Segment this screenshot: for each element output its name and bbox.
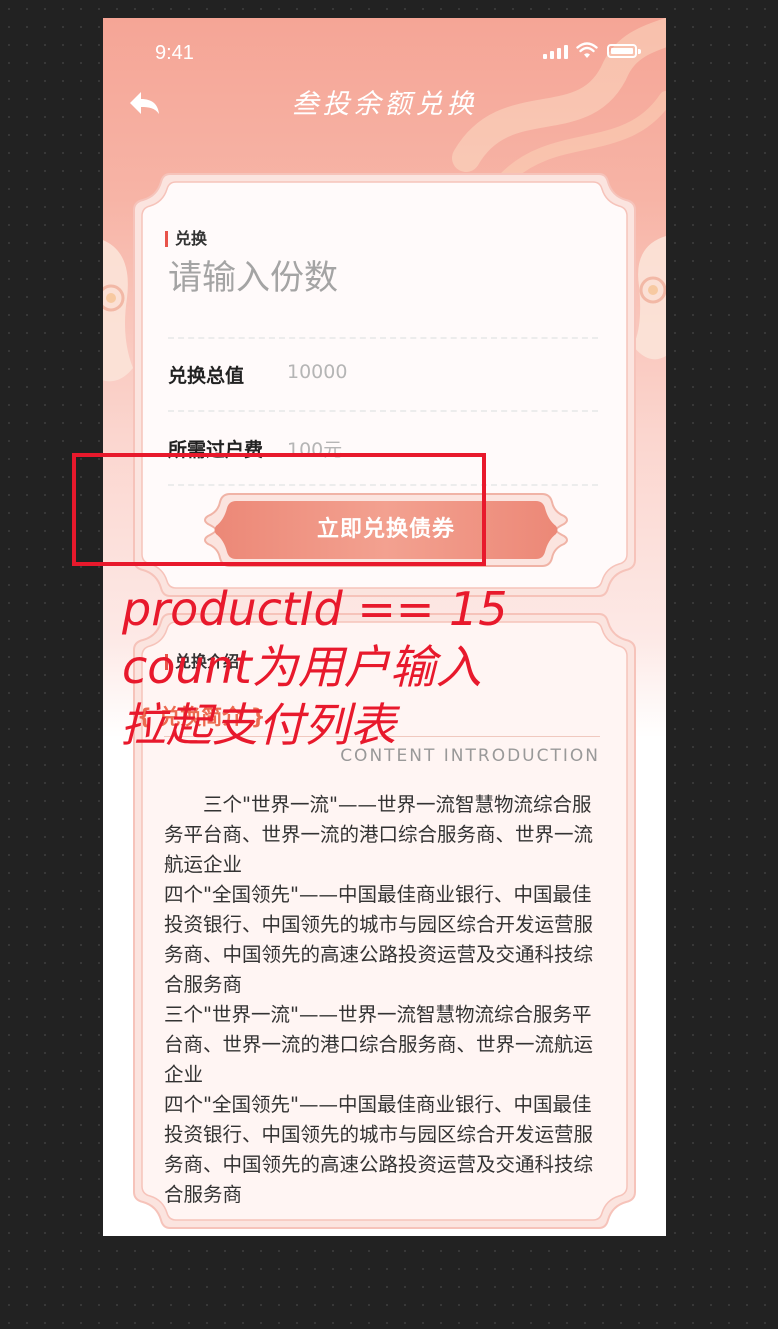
annotation-line: 拉起支付列表 [120,698,396,752]
intro-paragraph: 四个"全国领先"——中国最佳商业银行、中国最佳投资银行、中国领先的城市与园区综合… [164,1093,594,1206]
status-time: 9:41 [155,42,194,64]
annotation-highlight-box [72,453,486,566]
intro-paragraph: 三个"世界一流"——世界一流智慧物流综合服务平台商、世界一流的港口综合服务商、世… [164,793,594,876]
total-value-label: 兑换总值 [168,365,245,387]
cloud-decoration-left-icon [103,240,133,382]
signal-icon [543,45,568,59]
intro-paragraph: 四个"全国领先"——中国最佳商业银行、中国最佳投资银行、中国领先的城市与园区综合… [164,883,594,996]
intro-body-text: 三个"世界一流"——世界一流智慧物流综合服务平台商、世界一流的港口综合服务商、世… [164,790,606,1210]
wifi-icon [576,42,598,58]
annotation-line: count为用户输入 [122,640,482,694]
divider [168,410,598,412]
intro-paragraph: 三个"世界一流"——世界一流智慧物流综合服务平台商、世界一流的港口综合服务商、世… [164,1003,594,1086]
battery-icon [607,44,641,58]
total-value: 10000 [287,361,348,383]
annotation-line: productId == 15 [122,582,508,636]
page-title: 叁投余额兑换 [291,89,478,120]
divider [168,337,598,339]
annotation-note: productId == 15 count为用户输入 拉起支付列表 [120,580,508,754]
share-count-input[interactable] [168,253,598,303]
exchange-section-label: 兑换 [165,231,207,247]
status-bar: 9:41 [103,18,666,78]
